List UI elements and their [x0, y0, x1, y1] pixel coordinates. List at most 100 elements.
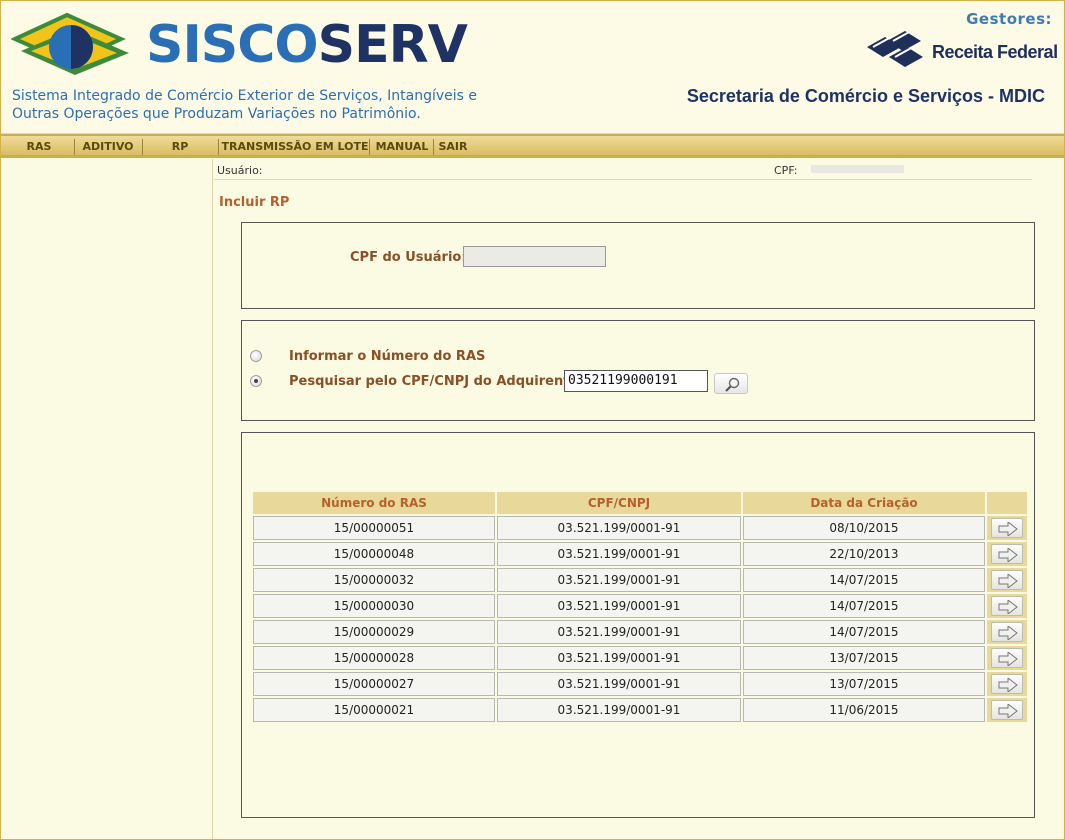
radio-informar-numero-ras[interactable] [250, 350, 262, 362]
menu-separator [433, 139, 434, 155]
radio-pesquisar-cpf-cnpj-label: Pesquisar pelo CPF/CNPJ do Adquirente [289, 374, 579, 389]
arrow-right-icon [998, 704, 1018, 718]
column-header-action [987, 492, 1027, 514]
cell-numero-ras: 15/00000028 [253, 646, 495, 670]
cpf-panel: CPF do Usuário: [241, 222, 1035, 309]
arrow-right-icon [998, 522, 1018, 536]
cell-numero-ras: 15/00000027 [253, 672, 495, 696]
page-title: Incluir RP [219, 195, 290, 210]
cell-numero-ras: 15/00000051 [253, 516, 495, 540]
arrow-right-icon [998, 678, 1018, 692]
cell-numero-ras: 15/00000032 [253, 568, 495, 592]
tagline: Sistema Integrado de Comércio Exterior d… [12, 87, 482, 123]
magnifier-icon [725, 377, 740, 392]
menu-item-aditivo[interactable]: ADITIVO [75, 139, 141, 155]
cell-cpf-cnpj: 03.521.199/0001-91 [497, 594, 741, 618]
open-ras-button[interactable] [991, 700, 1023, 720]
brand-part-2: SERV [317, 15, 468, 75]
open-ras-button[interactable] [991, 570, 1023, 590]
table-header-row: Número do RAS CPF/CNPJ Data da Criação [253, 492, 1027, 514]
cell-data-criacao: 13/07/2015 [743, 672, 985, 696]
arrow-right-icon [998, 548, 1018, 562]
menu-item-sair[interactable]: SAIR [435, 139, 471, 155]
cell-cpf-cnpj: 03.521.199/0001-91 [497, 698, 741, 722]
receita-federal-logo-icon [867, 31, 923, 67]
cell-cpf-cnpj: 03.521.199/0001-91 [497, 646, 741, 670]
arrow-right-icon [998, 600, 1018, 614]
cell-cpf-cnpj: 03.521.199/0001-91 [497, 542, 741, 566]
cell-data-criacao: 08/10/2015 [743, 516, 985, 540]
cell-cpf-cnpj: 03.521.199/0001-91 [497, 672, 741, 696]
cell-numero-ras: 15/00000030 [253, 594, 495, 618]
cell-data-criacao: 11/06/2015 [743, 698, 985, 722]
arrow-right-icon [998, 626, 1018, 640]
radio-pesquisar-cpf-cnpj[interactable] [250, 375, 262, 387]
cell-action [987, 672, 1027, 696]
tagline-line-1: Sistema Integrado de Comércio Exterior d… [12, 88, 478, 104]
open-ras-button[interactable] [991, 518, 1023, 538]
cell-cpf-cnpj: 03.521.199/0001-91 [497, 620, 741, 644]
secretaria-label: Secretaria de Comércio e Serviços - MDIC [686, 86, 1045, 106]
user-info-bar: Usuário: CPF: [214, 159, 1032, 180]
gestores-label: Gestores: [966, 10, 1052, 28]
cell-data-criacao: 14/07/2015 [743, 620, 985, 644]
menu-bar: RAS ADITIVO RP TRANSMISSÃO EM LOTE MANUA… [1, 134, 1064, 158]
tagline-line-2: Outras Operações que Produzam Variações … [12, 106, 421, 122]
cpf-value [811, 165, 904, 173]
cell-data-criacao: 14/07/2015 [743, 594, 985, 618]
open-ras-button[interactable] [991, 596, 1023, 616]
menu-item-ras[interactable]: RAS [3, 139, 75, 155]
search-button[interactable] [714, 373, 748, 394]
open-ras-button[interactable] [991, 674, 1023, 694]
cpf-usuario-field[interactable] [463, 246, 606, 267]
receita-federal-label: Receita Federal [932, 42, 1058, 62]
column-header-numero-ras: Número do RAS [253, 492, 495, 514]
cell-action [987, 698, 1027, 722]
header: SISCOSERV Sistema Integrado de Comércio … [1, 1, 1064, 134]
menu-separator [369, 139, 370, 155]
table-row: 15/00000030 03.521.199/0001-91 14/07/2015 [253, 594, 1027, 618]
cell-data-criacao: 22/10/2013 [743, 542, 985, 566]
table-row: 15/00000028 03.521.199/0001-91 13/07/2015 [253, 646, 1027, 670]
column-header-cpf-cnpj: CPF/CNPJ [497, 492, 741, 514]
arrow-right-icon [998, 574, 1018, 588]
table-row: 15/00000027 03.521.199/0001-91 13/07/2015 [253, 672, 1027, 696]
brand-part-1: SISCO [146, 15, 319, 75]
column-header-data-criacao: Data da Criação [743, 492, 985, 514]
usuario-label: Usuário: [217, 164, 263, 177]
table-row: 15/00000051 03.521.199/0001-91 08/10/2015 [253, 516, 1027, 540]
cell-action [987, 594, 1027, 618]
siscoserv-logo-icon [11, 12, 129, 75]
cell-action [987, 542, 1027, 566]
cpf-label: CPF: [774, 164, 798, 177]
table-row: 15/00000048 03.521.199/0001-91 22/10/2013 [253, 542, 1027, 566]
cpf-cnpj-adquirente-input[interactable]: 03521199000191 [564, 370, 708, 392]
cell-numero-ras: 15/00000048 [253, 542, 495, 566]
cell-cpf-cnpj: 03.521.199/0001-91 [497, 568, 741, 592]
open-ras-button[interactable] [991, 622, 1023, 642]
cell-numero-ras: 15/00000029 [253, 620, 495, 644]
open-ras-button[interactable] [991, 544, 1023, 564]
cell-action [987, 620, 1027, 644]
cell-data-criacao: 13/07/2015 [743, 646, 985, 670]
ras-table: Número do RAS CPF/CNPJ Data da Criação 1… [251, 490, 1029, 724]
menu-item-transmissao-em-lote[interactable]: TRANSMISSÃO EM LOTE [221, 139, 369, 155]
cell-cpf-cnpj: 03.521.199/0001-91 [497, 516, 741, 540]
cpf-usuario-label: CPF do Usuário: [350, 250, 467, 265]
table-row: 15/00000032 03.521.199/0001-91 14/07/2015 [253, 568, 1027, 592]
search-panel: Informar o Número do RAS Pesquisar pelo … [241, 320, 1035, 421]
menu-item-manual[interactable]: MANUAL [371, 139, 433, 155]
results-panel: Número do RAS CPF/CNPJ Data da Criação 1… [241, 432, 1035, 818]
table-row: 15/00000021 03.521.199/0001-91 11/06/2015 [253, 698, 1027, 722]
radio-informar-numero-ras-label: Informar o Número do RAS [289, 349, 486, 364]
cell-numero-ras: 15/00000021 [253, 698, 495, 722]
arrow-right-icon [998, 652, 1018, 666]
cell-action [987, 568, 1027, 592]
open-ras-button[interactable] [991, 648, 1023, 668]
cell-action [987, 646, 1027, 670]
sidebar [1, 159, 213, 839]
app-brand: SISCOSERV [146, 15, 468, 75]
menu-separator [218, 139, 219, 155]
menu-item-rp[interactable]: RP [143, 139, 217, 155]
cell-data-criacao: 14/07/2015 [743, 568, 985, 592]
